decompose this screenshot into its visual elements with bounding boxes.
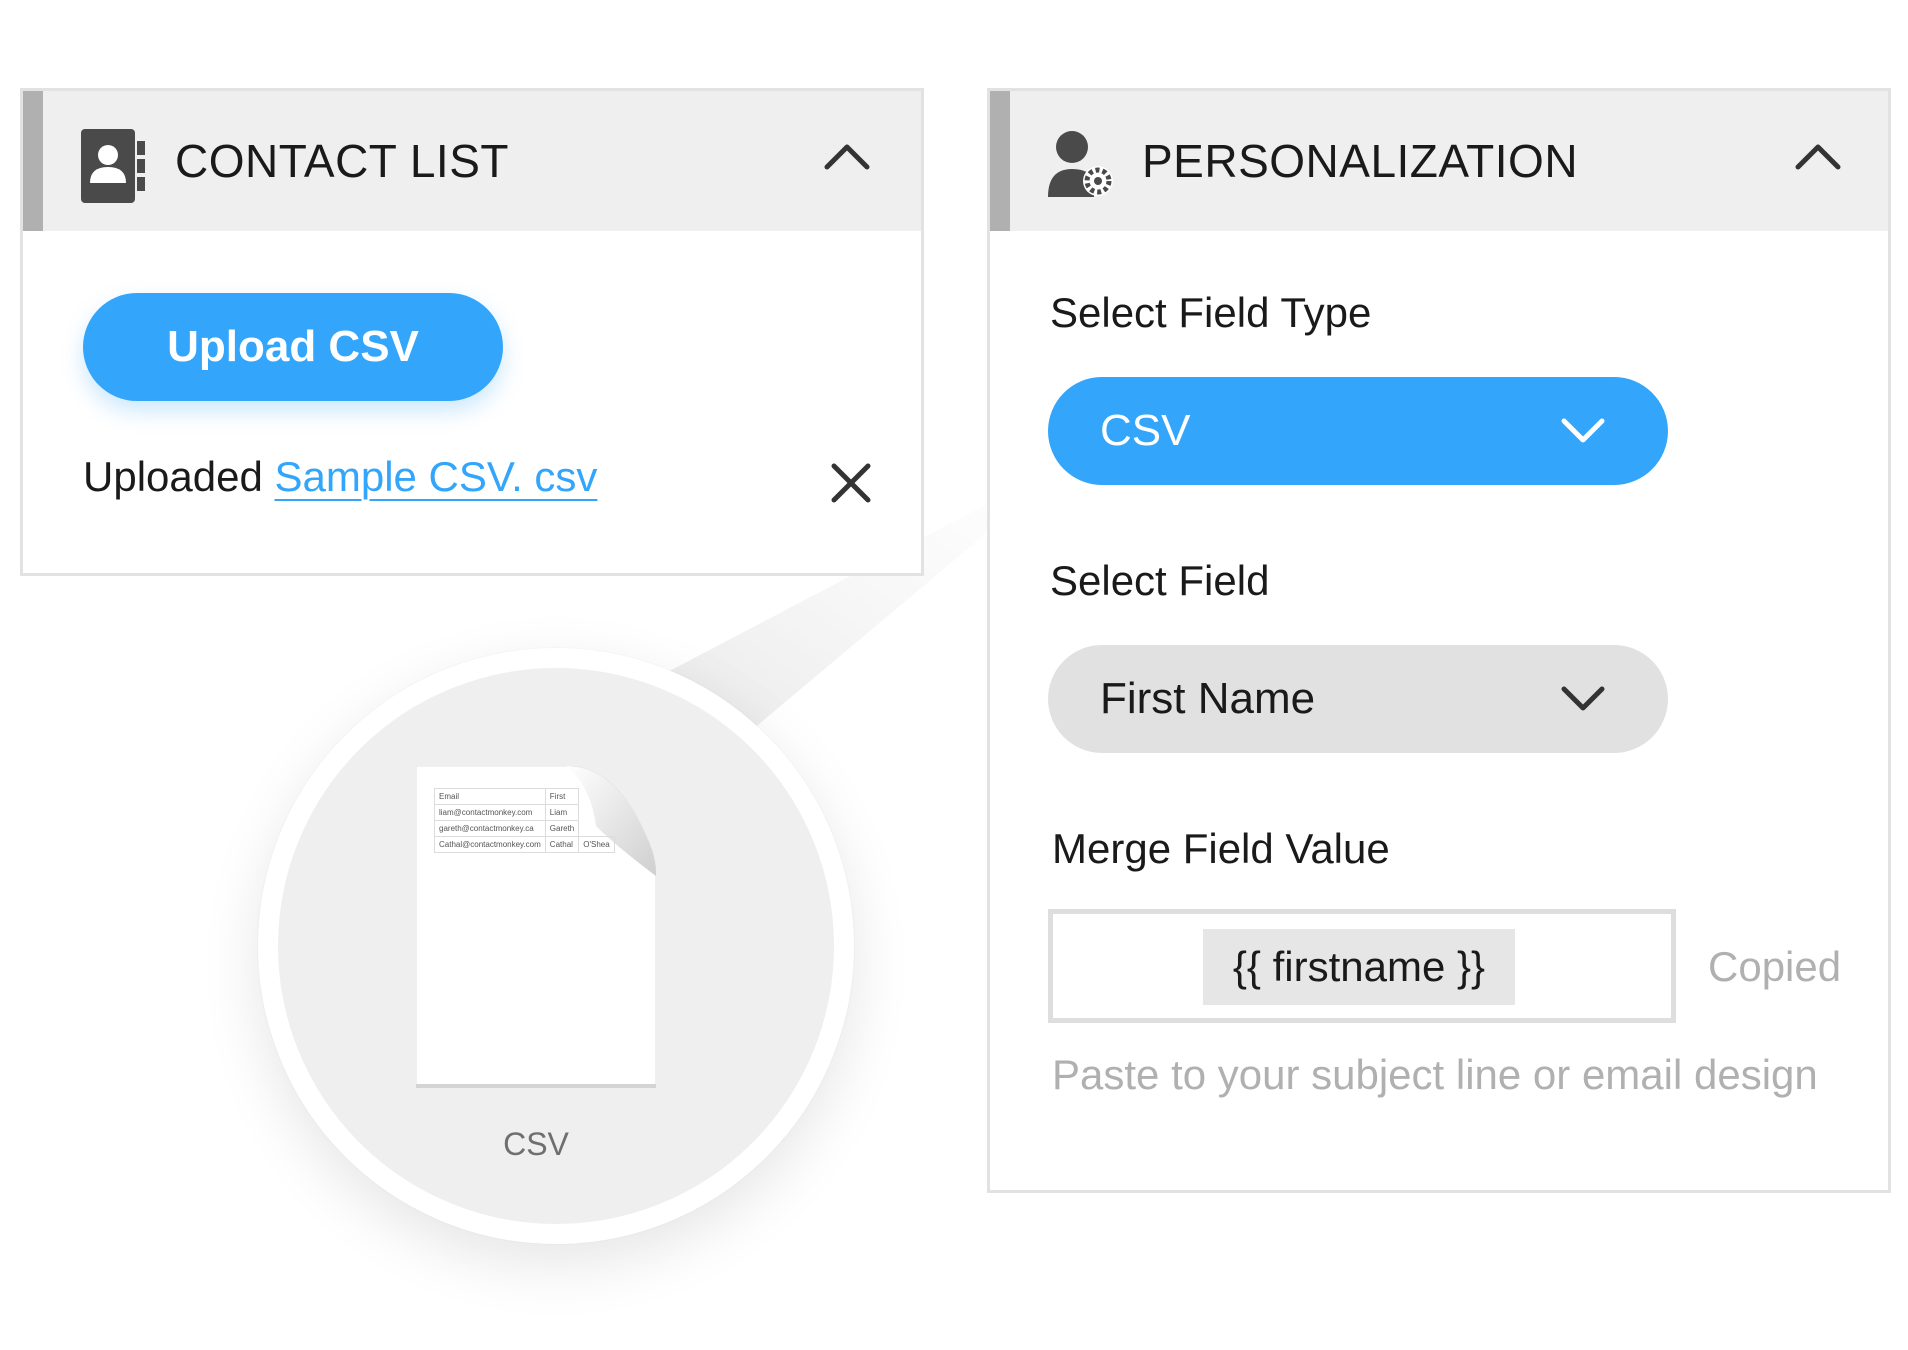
uploaded-file-link[interactable]: Sample CSV. csv	[274, 453, 597, 500]
csv-magnifier: Email First liam@contactmonkey.com Liam …	[258, 648, 854, 1244]
table-cell: gareth@contactmonkey.ca	[434, 820, 546, 837]
csv-file-label: CSV	[503, 1126, 569, 1162]
panel-title: CONTACT LIST	[175, 135, 509, 187]
contact-list-header[interactable]: CONTACT LIST	[23, 91, 921, 231]
personalization-panel: PERSONALIZATION Select Field Type CSV Se…	[987, 88, 1891, 1193]
close-icon[interactable]	[831, 463, 871, 503]
table-cell: liam@contactmonkey.com	[434, 804, 546, 821]
field-label: Select Field	[1050, 557, 1270, 604]
chevron-up-icon[interactable]	[823, 141, 871, 171]
csv-file-preview: Email First liam@contactmonkey.com Liam …	[416, 766, 656, 1162]
merge-field-box[interactable]: {{ firstname }}	[1048, 909, 1676, 1023]
user-settings-icon	[1048, 131, 1113, 197]
table-cell: Email	[434, 788, 546, 805]
field-select[interactable]: First Name	[1048, 645, 1668, 753]
chevron-down-icon	[1561, 686, 1605, 711]
table-cell: O'Shea	[578, 836, 615, 853]
table-row: Email First	[434, 788, 615, 805]
panel-title: PERSONALIZATION	[1142, 135, 1579, 187]
chevron-down-icon	[1561, 418, 1605, 443]
field-value: First Name	[1100, 674, 1316, 723]
paste-hint: Paste to your subject line or email desi…	[1052, 1051, 1818, 1098]
csv-mini-table: Email First liam@contactmonkey.com Liam …	[434, 788, 615, 853]
chevron-up-icon[interactable]	[1794, 141, 1842, 171]
uploaded-prefix: Uploaded	[83, 453, 263, 500]
contact-list-panel: CONTACT LIST Upload CSV Uploaded Sample …	[20, 88, 924, 576]
table-row: Cathal@contactmonkey.com Cathal O'Shea	[434, 836, 615, 853]
header-accent-stripe	[990, 91, 1010, 231]
field-type-label: Select Field Type	[1050, 289, 1372, 336]
table-row: gareth@contactmonkey.ca Gareth	[434, 820, 615, 837]
header-accent-stripe	[23, 91, 43, 231]
table-cell: Cathal@contactmonkey.com	[434, 836, 546, 853]
merge-field-label: Merge Field Value	[1052, 825, 1390, 872]
field-type-value: CSV	[1100, 406, 1191, 455]
field-type-select[interactable]: CSV	[1048, 377, 1668, 485]
contact-book-icon	[81, 129, 145, 203]
copied-status: Copied	[1708, 943, 1842, 990]
uploaded-file-row: Uploaded Sample CSV. csv	[83, 453, 597, 501]
table-cell: First	[544, 788, 580, 805]
table-cell: Liam	[544, 804, 580, 821]
table-cell: Gareth	[544, 820, 580, 837]
upload-csv-button[interactable]: Upload CSV	[83, 293, 503, 401]
personalization-header[interactable]: PERSONALIZATION	[990, 91, 1888, 231]
table-cell: Cathal	[544, 836, 580, 853]
table-row: liam@contactmonkey.com Liam	[434, 804, 615, 821]
merge-token[interactable]: {{ firstname }}	[1203, 929, 1515, 1005]
